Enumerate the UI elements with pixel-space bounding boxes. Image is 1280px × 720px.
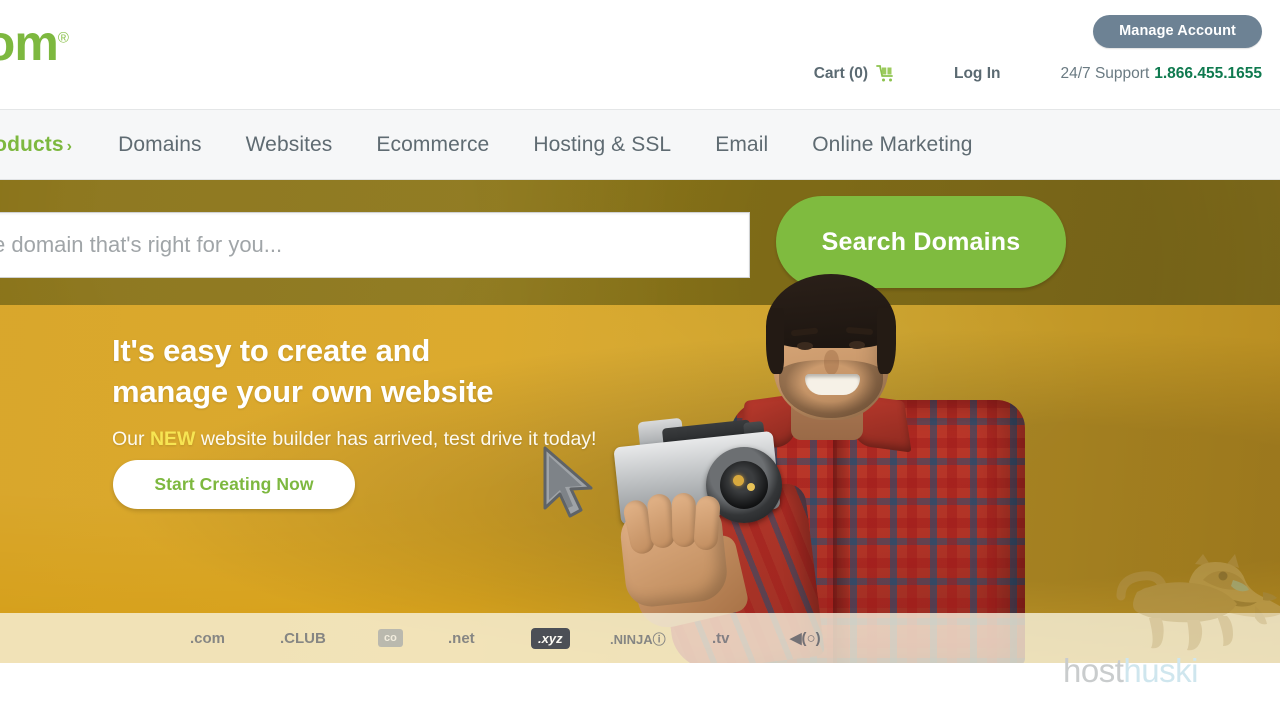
cart-link[interactable]: Cart (0) bbox=[814, 64, 896, 84]
hero-subtitle-prefix: Our bbox=[112, 428, 150, 450]
shopping-cart-icon[interactable] bbox=[876, 64, 896, 84]
camera-lens-glint-a bbox=[733, 475, 744, 486]
page-root: com® Manage Account Cart (0) Log In bbox=[0, 0, 1280, 720]
cart-label: Cart (0) bbox=[813, 65, 868, 82]
tld-co[interactable]: co bbox=[378, 629, 403, 647]
hero-photo-man-with-camera bbox=[515, 262, 1045, 663]
support-phone[interactable]: 1.866.455.1655 bbox=[1154, 65, 1262, 82]
tld-com[interactable]: .com bbox=[190, 630, 225, 647]
support-info: 24/7 Support 1.866.455.1655 bbox=[1060, 65, 1262, 83]
nose bbox=[824, 350, 839, 375]
tld-extra[interactable]: ◀(○) bbox=[790, 629, 821, 647]
hair-side-left bbox=[766, 308, 784, 374]
mouse-cursor-icon bbox=[535, 442, 599, 522]
tld-xyz[interactable]: .xyz bbox=[531, 627, 570, 649]
page-footer-area bbox=[0, 663, 1280, 720]
tld-net[interactable]: .net bbox=[448, 630, 475, 647]
manage-account-button[interactable]: Manage Account bbox=[1093, 15, 1262, 48]
hair-side-right bbox=[877, 308, 896, 374]
nav-item-online-marketing[interactable]: Online Marketing bbox=[790, 133, 994, 157]
eye-left bbox=[797, 342, 813, 350]
nav-item-all-products-label: ll Products bbox=[0, 132, 64, 156]
tld-logo-strip: .com .CLUB co .net .xyz .NINJAⓘ .tv ◀(○) bbox=[0, 613, 1280, 663]
support-label: 24/7 Support bbox=[1060, 65, 1150, 82]
tld-club[interactable]: .CLUB bbox=[280, 630, 326, 647]
nav-item-websites[interactable]: Websites bbox=[224, 133, 355, 157]
camera-lens-glint-b bbox=[747, 483, 755, 491]
site-header: com® Manage Account Cart (0) Log In bbox=[0, 0, 1280, 110]
start-creating-now-button[interactable]: Start Creating Now bbox=[113, 460, 355, 509]
tld-tv[interactable]: .tv bbox=[712, 630, 730, 647]
registered-trademark-icon: ® bbox=[57, 29, 69, 47]
tld-ninja[interactable]: .NINJAⓘ bbox=[610, 629, 666, 648]
chevron-right-icon: › bbox=[66, 137, 73, 155]
hero-subtitle-highlight: NEW bbox=[149, 428, 196, 450]
finger-3 bbox=[671, 492, 697, 548]
hero-headline-line1: It's easy to create and bbox=[112, 333, 431, 368]
nav-item-ecommerce[interactable]: Ecommerce bbox=[354, 133, 511, 157]
site-logo-text: com bbox=[0, 15, 59, 71]
header-utility-row: Cart (0) Log In 24/7 Support 1.866.455.16… bbox=[814, 64, 1262, 84]
nav-item-all-products[interactable]: ll Products› bbox=[0, 133, 96, 157]
nav-item-domains[interactable]: Domains bbox=[96, 133, 224, 157]
smiling-mouth bbox=[805, 374, 860, 395]
login-link[interactable]: Log In bbox=[954, 65, 1001, 83]
nav-item-hosting-ssl[interactable]: Hosting & SSL bbox=[511, 133, 693, 157]
camera-lens-glass bbox=[720, 461, 768, 509]
main-navigation: ll Products› Domains Websites Ecommerce … bbox=[0, 110, 1280, 180]
site-logo[interactable]: com® bbox=[0, 15, 69, 71]
nav-item-email[interactable]: Email bbox=[693, 133, 790, 157]
finger-4 bbox=[693, 495, 721, 551]
eye-right bbox=[849, 341, 865, 349]
hero-headline-line2: manage your own website bbox=[112, 374, 494, 409]
nav-item-list: ll Products› Domains Websites Ecommerce … bbox=[0, 110, 995, 179]
